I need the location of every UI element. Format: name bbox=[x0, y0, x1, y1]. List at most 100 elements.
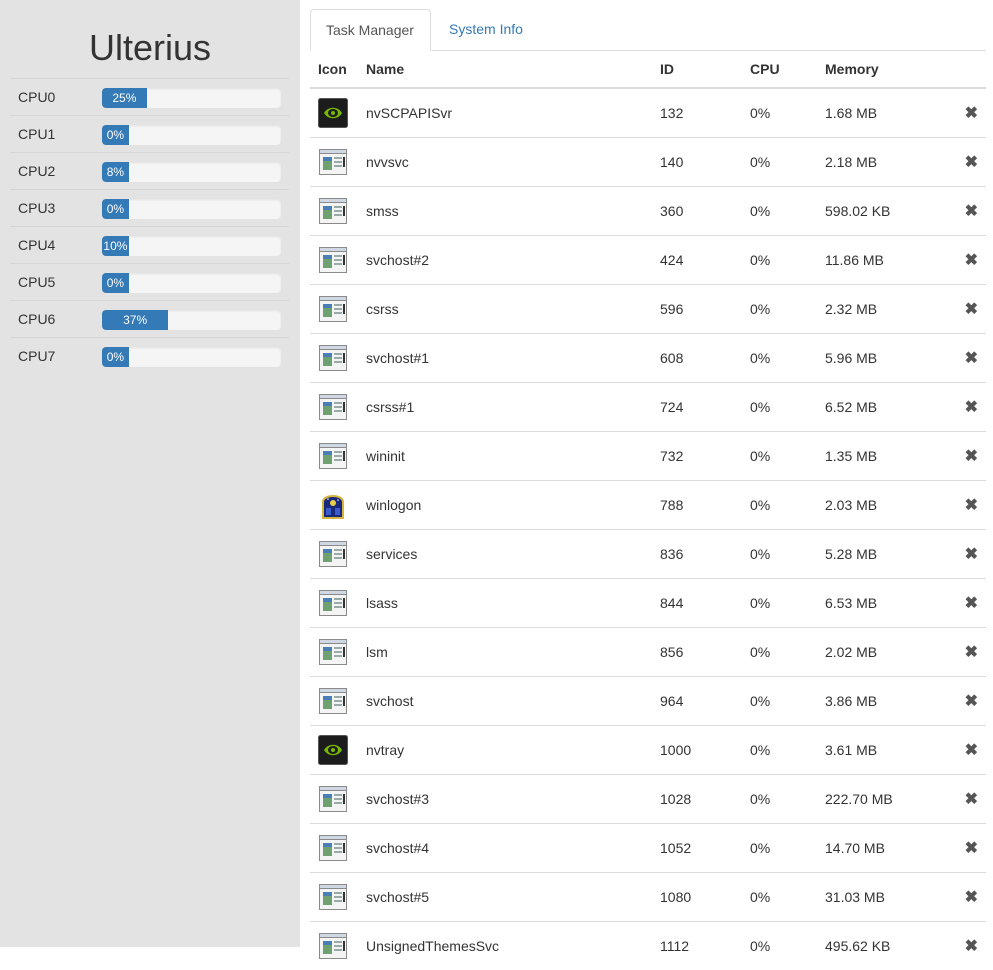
table-row[interactable]: services8360%5.28 MB✖ bbox=[310, 530, 986, 579]
table-row[interactable]: lsass8440%6.53 MB✖ bbox=[310, 579, 986, 628]
table-row[interactable]: smss3600%598.02 KB✖ bbox=[310, 187, 986, 236]
table-header-row: Icon Name ID CPU Memory bbox=[310, 50, 986, 88]
kill-process-icon[interactable]: ✖ bbox=[965, 201, 978, 221]
cell-memory: 2.32 MB bbox=[817, 285, 953, 334]
cpu-usage-list: CPU025%CPU10%CPU28%CPU30%CPU410%CPU50%CP… bbox=[10, 78, 289, 374]
table-row[interactable]: svchost#310280%222.70 MB✖ bbox=[310, 775, 986, 824]
table-row[interactable]: svchost#410520%14.70 MB✖ bbox=[310, 824, 986, 873]
cell-actions: ✖ bbox=[953, 236, 986, 285]
table-row[interactable]: nvtray10000%3.61 MB✖ bbox=[310, 726, 986, 775]
cpu-label: CPU7 bbox=[18, 348, 55, 364]
cell-cpu: 0% bbox=[742, 628, 817, 677]
application-window-icon bbox=[318, 882, 348, 912]
kill-process-icon[interactable]: ✖ bbox=[965, 936, 978, 956]
cell-name: svchost#2 bbox=[358, 236, 652, 285]
table-row[interactable]: nvSCPAPISvr1320%1.68 MB✖ bbox=[310, 88, 986, 138]
cell-cpu: 0% bbox=[742, 432, 817, 481]
application-window-icon bbox=[318, 392, 348, 422]
cell-icon bbox=[310, 236, 358, 285]
column-header-cpu[interactable]: CPU bbox=[742, 50, 817, 88]
kill-process-icon[interactable]: ✖ bbox=[965, 299, 978, 319]
kill-process-icon[interactable]: ✖ bbox=[965, 593, 978, 613]
kill-process-icon[interactable]: ✖ bbox=[965, 887, 978, 907]
cpu-label: CPU6 bbox=[18, 311, 55, 327]
kill-process-icon[interactable]: ✖ bbox=[965, 348, 978, 368]
cpu-label: CPU0 bbox=[18, 89, 55, 105]
application-window-icon bbox=[318, 343, 348, 373]
cell-id: 1080 bbox=[652, 873, 742, 922]
cell-name: wininit bbox=[358, 432, 652, 481]
cell-memory: 2.18 MB bbox=[817, 138, 953, 187]
cell-id: 856 bbox=[652, 628, 742, 677]
cell-cpu: 0% bbox=[742, 824, 817, 873]
cell-icon bbox=[310, 187, 358, 236]
table-row[interactable]: svchost#24240%11.86 MB✖ bbox=[310, 236, 986, 285]
kill-process-icon[interactable]: ✖ bbox=[965, 446, 978, 466]
cell-id: 1000 bbox=[652, 726, 742, 775]
cell-icon bbox=[310, 922, 358, 970]
table-row[interactable]: csrss5960%2.32 MB✖ bbox=[310, 285, 986, 334]
cell-actions: ✖ bbox=[953, 922, 986, 970]
cell-actions: ✖ bbox=[953, 628, 986, 677]
column-header-name[interactable]: Name bbox=[358, 50, 652, 88]
cpu-progress-fill: 37% bbox=[102, 310, 168, 330]
cell-name: nvtray bbox=[358, 726, 652, 775]
application-window-icon bbox=[318, 539, 348, 569]
kill-process-icon[interactable]: ✖ bbox=[965, 740, 978, 760]
cpu-row: CPU410% bbox=[10, 226, 289, 263]
cell-memory: 6.52 MB bbox=[817, 383, 953, 432]
kill-process-icon[interactable]: ✖ bbox=[965, 838, 978, 858]
cell-cpu: 0% bbox=[742, 579, 817, 628]
cpu-progress-fill: 0% bbox=[102, 347, 129, 367]
column-header-id[interactable]: ID bbox=[652, 50, 742, 88]
kill-process-icon[interactable]: ✖ bbox=[965, 103, 978, 123]
cell-actions: ✖ bbox=[953, 530, 986, 579]
application-window-icon bbox=[318, 931, 348, 961]
table-row[interactable]: nvvsvc1400%2.18 MB✖ bbox=[310, 138, 986, 187]
cell-actions: ✖ bbox=[953, 726, 986, 775]
kill-process-icon[interactable]: ✖ bbox=[965, 789, 978, 809]
column-header-memory[interactable]: Memory bbox=[817, 50, 953, 88]
tab-task-manager[interactable]: Task Manager bbox=[310, 9, 431, 51]
cell-id: 140 bbox=[652, 138, 742, 187]
kill-process-icon[interactable]: ✖ bbox=[965, 691, 978, 711]
kill-process-icon[interactable]: ✖ bbox=[965, 495, 978, 515]
cell-icon bbox=[310, 873, 358, 922]
table-row[interactable]: lsm8560%2.02 MB✖ bbox=[310, 628, 986, 677]
table-row[interactable]: UnsignedThemesSvc11120%495.62 KB✖ bbox=[310, 922, 986, 970]
kill-process-icon[interactable]: ✖ bbox=[965, 250, 978, 270]
kill-process-icon[interactable]: ✖ bbox=[965, 152, 978, 172]
cpu-label: CPU3 bbox=[18, 200, 55, 216]
cpu-label: CPU4 bbox=[18, 237, 55, 253]
column-header-icon[interactable]: Icon bbox=[310, 50, 358, 88]
kill-process-icon[interactable]: ✖ bbox=[965, 397, 978, 417]
application-window-icon bbox=[318, 588, 348, 618]
table-row[interactable]: svchost#16080%5.96 MB✖ bbox=[310, 334, 986, 383]
cell-actions: ✖ bbox=[953, 677, 986, 726]
cpu-progress-bar: 0% bbox=[102, 273, 281, 293]
cell-memory: 1.68 MB bbox=[817, 88, 953, 138]
cell-id: 732 bbox=[652, 432, 742, 481]
cpu-row: CPU28% bbox=[10, 152, 289, 189]
cell-icon bbox=[310, 285, 358, 334]
kill-process-icon[interactable]: ✖ bbox=[965, 544, 978, 564]
cell-name: csrss#1 bbox=[358, 383, 652, 432]
cell-actions: ✖ bbox=[953, 824, 986, 873]
cell-memory: 2.02 MB bbox=[817, 628, 953, 677]
tab-system-info[interactable]: System Info bbox=[434, 9, 538, 50]
cell-icon bbox=[310, 383, 358, 432]
cpu-progress-bar: 0% bbox=[102, 199, 281, 219]
cpu-label: CPU1 bbox=[18, 126, 55, 142]
cell-cpu: 0% bbox=[742, 88, 817, 138]
kill-process-icon[interactable]: ✖ bbox=[965, 642, 978, 662]
table-row[interactable]: svchost9640%3.86 MB✖ bbox=[310, 677, 986, 726]
column-header-actions bbox=[953, 50, 986, 88]
table-row[interactable]: winlogon7880%2.03 MB✖ bbox=[310, 481, 986, 530]
application-window-icon bbox=[318, 441, 348, 471]
cell-memory: 5.96 MB bbox=[817, 334, 953, 383]
table-row[interactable]: svchost#510800%31.03 MB✖ bbox=[310, 873, 986, 922]
cell-actions: ✖ bbox=[953, 285, 986, 334]
table-row[interactable]: csrss#17240%6.52 MB✖ bbox=[310, 383, 986, 432]
table-row[interactable]: wininit7320%1.35 MB✖ bbox=[310, 432, 986, 481]
application-window-icon bbox=[318, 784, 348, 814]
